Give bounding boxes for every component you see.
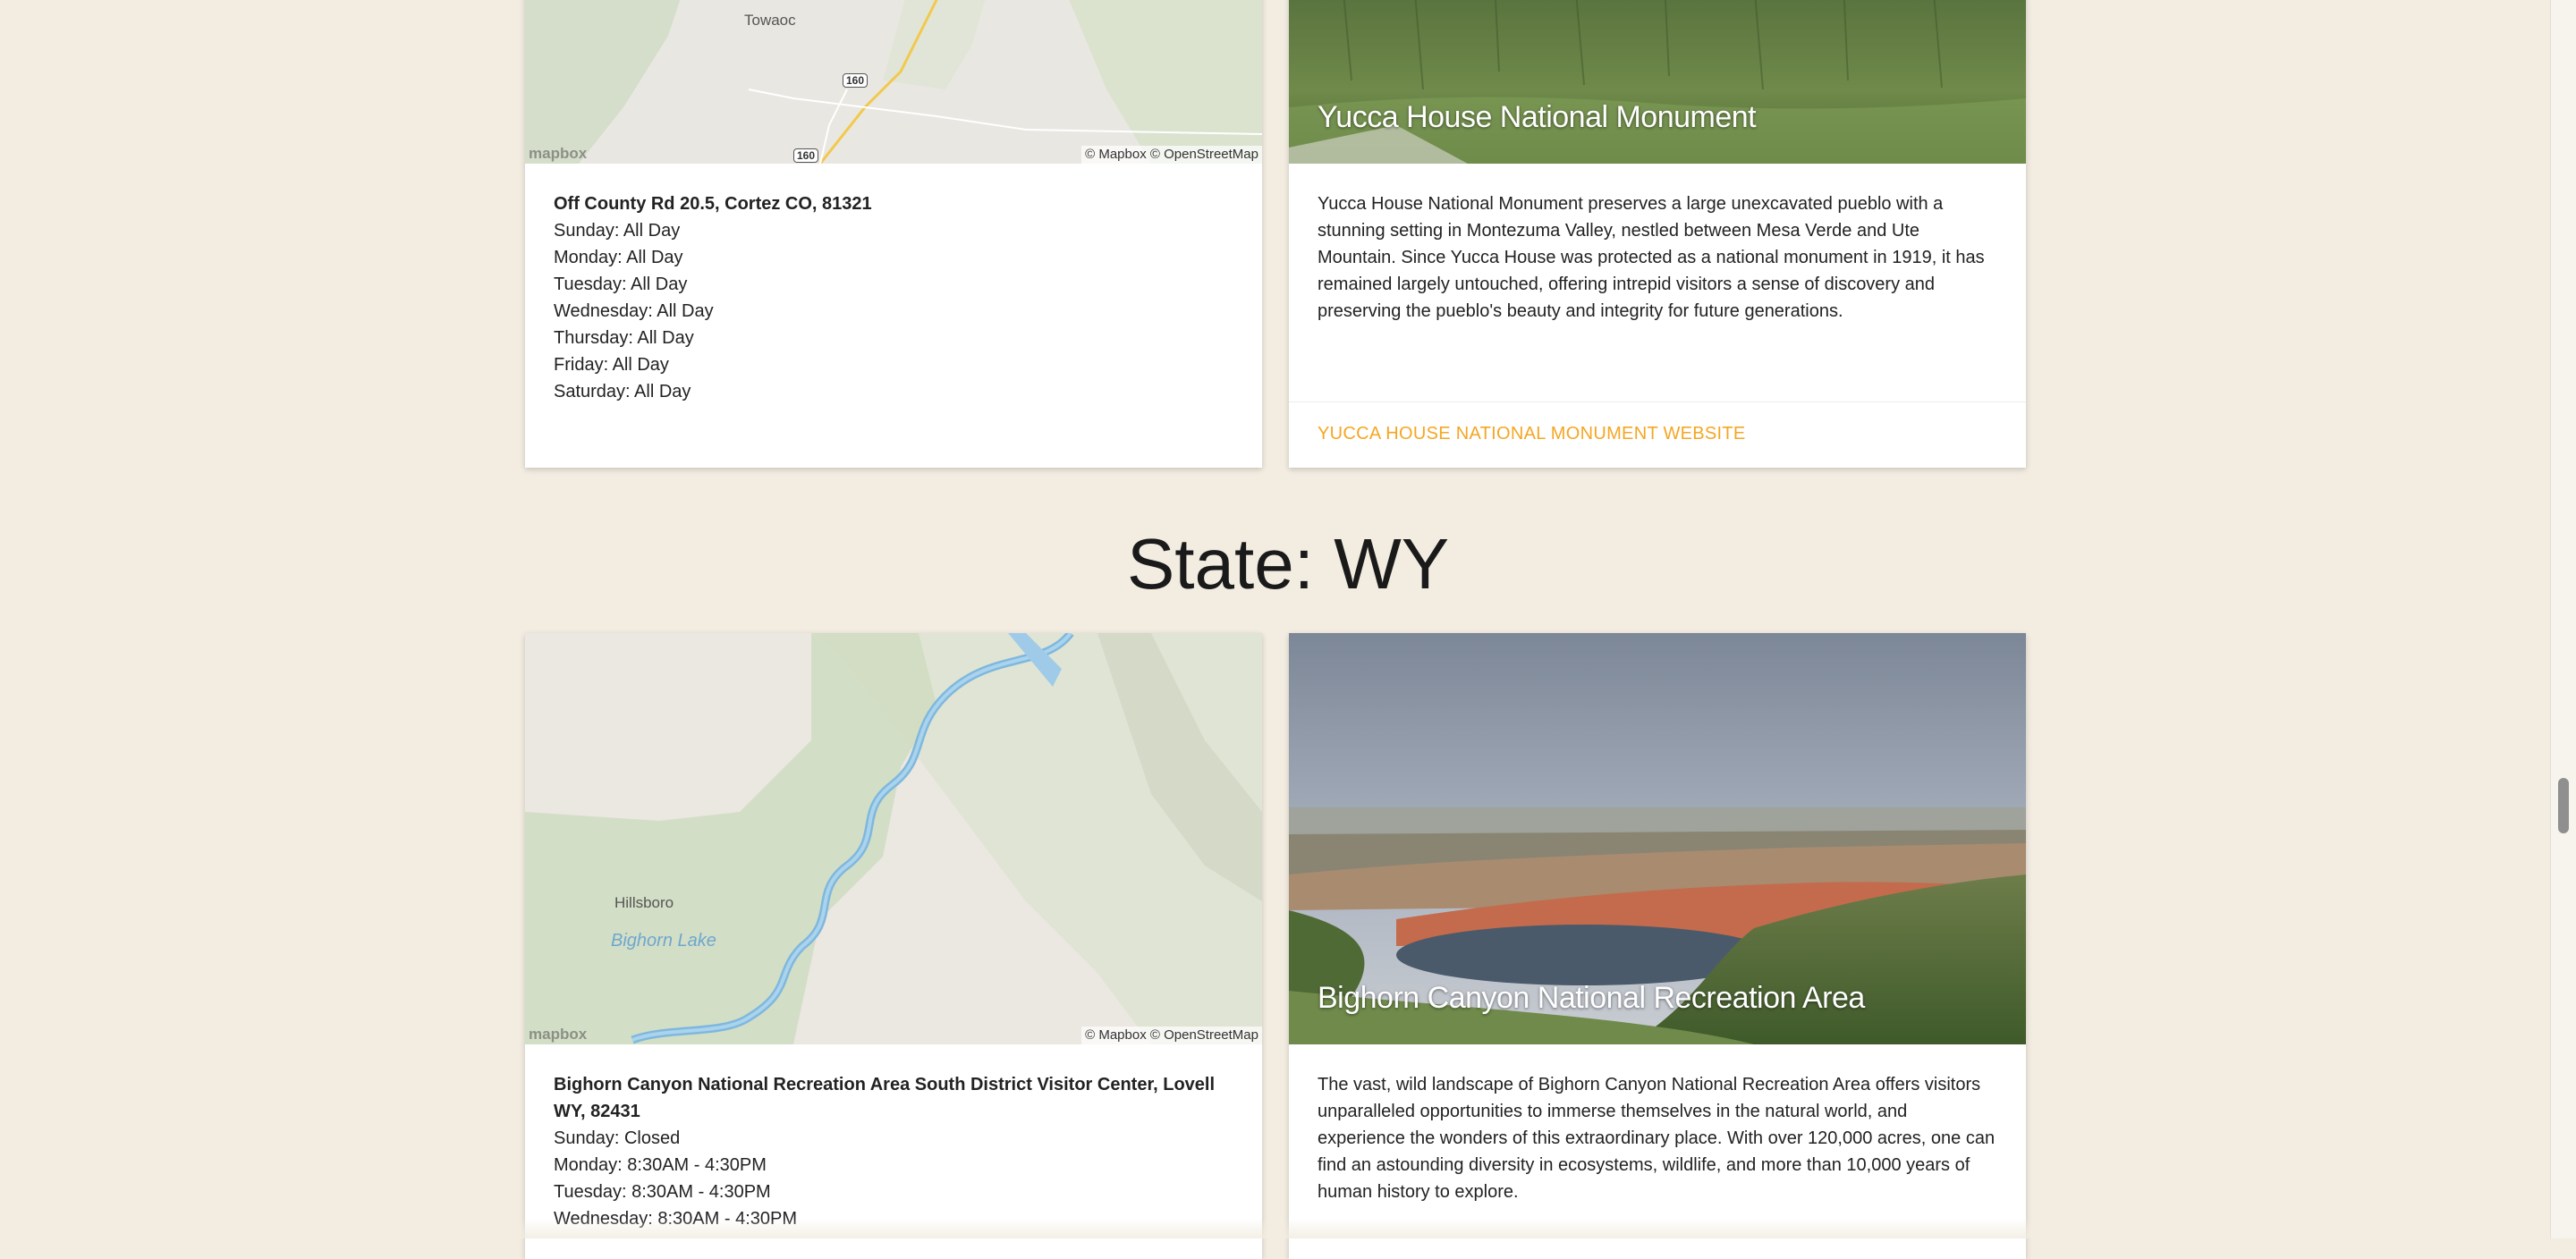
park-website-link[interactable]: YUCCA HOUSE NATIONAL MONUMENT WEBSITE [1318, 424, 1746, 444]
map-label-highway-shield: 160 [843, 73, 869, 88]
mapbox-logo[interactable]: mapbox [529, 146, 587, 162]
park-address-hours: Off County Rd 20.5, Cortez CO, 81321 Sun… [554, 190, 1233, 405]
park-description: The vast, wild landscape of Bighorn Cany… [1318, 1075, 1996, 1202]
hours-line: Saturday: All Day [554, 382, 691, 401]
park-map-card: Towaoc 160 160 mapbox © Mapbox © OpenStr… [525, 0, 1262, 468]
park-map[interactable]: Hillsboro Bighorn Lake mapbox © Mapbox ©… [525, 633, 1262, 1044]
map-attribution[interactable]: © Mapbox © OpenStreetMap [1081, 146, 1262, 164]
hours-line: Sunday: All Day [554, 221, 681, 241]
park-address: Off County Rd 20.5, Cortez CO, 81321 [554, 194, 872, 214]
park-info-card: Yucca House National Monument Yucca Hous… [1289, 0, 2026, 468]
hours-line: Monday: All Day [554, 248, 683, 267]
map-label-town: Hillsboro [614, 894, 674, 911]
mapbox-logo[interactable]: mapbox [529, 1027, 587, 1043]
park-title: Bighorn Canyon National Recreation Area [1318, 981, 1865, 1015]
park-title: Yucca House National Monument [1318, 100, 1757, 134]
map-attribution[interactable]: © Mapbox © OpenStreetMap [1081, 1027, 1262, 1044]
hours-line: Thursday: All Day [554, 328, 694, 348]
park-address-hours: Bighorn Canyon National Recreation Area … [554, 1071, 1233, 1232]
map-label-highway-shield: 160 [793, 148, 819, 163]
scrollbar-thumb[interactable] [2558, 778, 2569, 833]
scroll-fade [0, 1219, 2551, 1238]
hours-line: Sunday: Closed [554, 1128, 681, 1148]
hours-line: Friday: All Day [554, 355, 669, 375]
hours-line: Tuesday: All Day [554, 275, 688, 294]
park-description: Yucca House National Monument preserves … [1318, 194, 1985, 321]
park-info-card: Bighorn Canyon National Recreation Area … [1289, 633, 2026, 1259]
hours-line: Tuesday: 8:30AM - 4:30PM [554, 1182, 771, 1202]
park-address: Bighorn Canyon National Recreation Area … [554, 1075, 1216, 1121]
park-map-card: Hillsboro Bighorn Lake mapbox © Mapbox ©… [525, 633, 1262, 1259]
card-action-bar: YUCCA HOUSE NATIONAL MONUMENT WEBSITE [1289, 401, 2026, 468]
hours-line: Wednesday: All Day [554, 301, 714, 321]
park-photo: Bighorn Canyon National Recreation Area [1289, 633, 2026, 1044]
state-heading: State: WY [1126, 524, 1450, 604]
page-scrollbar[interactable] [2550, 0, 2576, 1238]
map-label-lake: Bighorn Lake [611, 931, 716, 951]
park-photo: Yucca House National Monument [1289, 0, 2026, 164]
park-map[interactable]: Towaoc 160 160 mapbox © Mapbox © OpenStr… [525, 0, 1262, 164]
hours-line: Monday: 8:30AM - 4:30PM [554, 1155, 767, 1175]
map-label-town: Towaoc [744, 12, 796, 29]
